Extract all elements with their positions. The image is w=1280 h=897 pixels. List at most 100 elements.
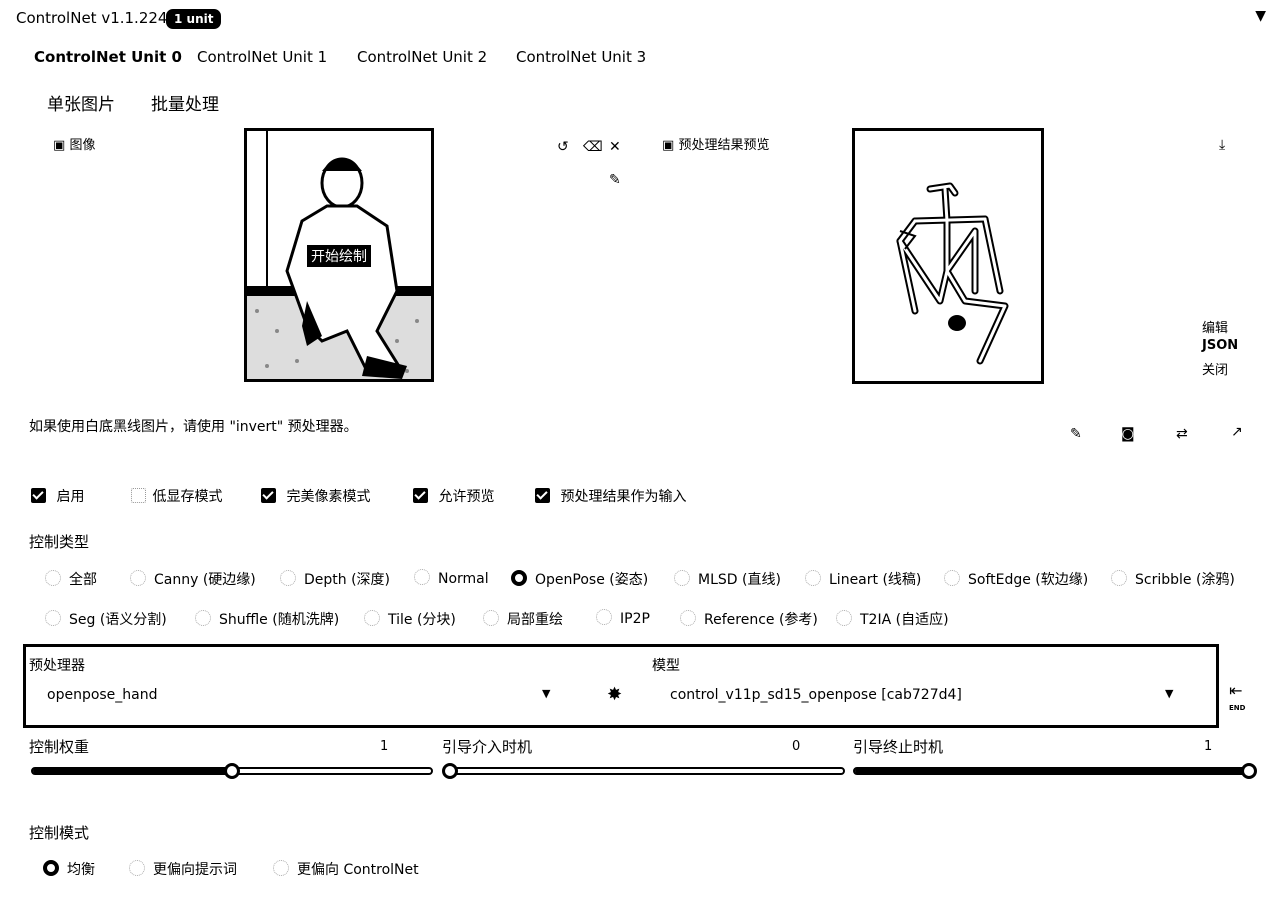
radio-reference[interactable]: Reference (参考) — [680, 609, 818, 629]
radio-all[interactable]: 全部 — [45, 569, 97, 589]
radio-mlsd[interactable]: MLSD (直线) — [674, 569, 781, 589]
radio-icon[interactable] — [944, 570, 960, 586]
guidance-end-label: 引导终止时机 — [853, 738, 944, 756]
radio-icon[interactable] — [674, 570, 690, 586]
swap-icon[interactable]: ⇄ — [1176, 426, 1188, 442]
guidance-start-value[interactable]: 0 — [792, 739, 800, 754]
radio-icon[interactable] — [511, 570, 527, 586]
checkbox-icon[interactable] — [31, 488, 46, 503]
checkbox-icon[interactable] — [131, 488, 146, 503]
radio-icon[interactable] — [45, 570, 61, 586]
radio-seg[interactable]: Seg (语义分割) — [45, 609, 167, 629]
preprocessor-label: 预处理器 — [29, 658, 85, 674]
radio-icon[interactable] — [195, 610, 211, 626]
tab-unit-3[interactable]: ControlNet Unit 3 — [516, 48, 646, 66]
close-icon[interactable]: ✕ — [609, 139, 621, 155]
checkbox-enable[interactable]: 启用 — [31, 486, 84, 506]
control-mode-label: 控制模式 — [29, 824, 90, 842]
close-link[interactable]: 关闭 — [1202, 359, 1228, 378]
radio-balanced[interactable]: 均衡 — [43, 859, 95, 879]
checkbox-preprocessed-as-input[interactable]: 预处理结果作为输入 — [535, 486, 686, 506]
guidance-start-slider[interactable] — [443, 767, 845, 775]
invert-hint: 如果使用白底黑线图片，请使用 "invert" 预处理器。 — [29, 419, 358, 435]
radio-icon[interactable] — [414, 569, 430, 585]
radio-ip2p[interactable]: IP2P — [596, 609, 650, 627]
chevron-down-icon[interactable]: ▼ — [542, 687, 550, 700]
chevron-down-icon[interactable]: ▼ — [1165, 687, 1173, 700]
start-drawing-overlay[interactable]: 开始绘制 — [307, 245, 371, 267]
checkbox-icon[interactable] — [413, 488, 428, 503]
checkbox-allow-preview[interactable]: 允许预览 — [413, 486, 494, 506]
radio-shuffle[interactable]: Shuffle (随机洗牌) — [195, 609, 339, 629]
guidance-start-label: 引导介入时机 — [442, 738, 533, 756]
explosion-icon[interactable]: ✸ — [607, 684, 622, 705]
radio-softedge[interactable]: SoftEdge (软边缘) — [944, 569, 1088, 589]
model-select[interactable]: control_v11p_sd15_openpose [cab727d4] — [670, 687, 962, 703]
radio-tile[interactable]: Tile (分块) — [364, 609, 456, 629]
control-weight-fill — [33, 767, 234, 775]
app-title: ControlNet v1.1.224 — [16, 9, 168, 27]
tab-single-image[interactable]: 单张图片 — [47, 90, 115, 115]
tab-unit-1[interactable]: ControlNet Unit 1 — [197, 48, 327, 66]
preview-label: ▣ 预处理结果预览 — [662, 138, 770, 153]
radio-icon[interactable] — [1111, 570, 1127, 586]
radio-icon[interactable] — [43, 860, 59, 876]
model-label: 模型 — [652, 658, 680, 674]
radio-scribble[interactable]: Scribble (涂鸦) — [1111, 569, 1235, 589]
undo-icon[interactable]: ↺ — [557, 139, 569, 155]
control-weight-handle[interactable] — [224, 763, 240, 779]
preprocessor-select[interactable]: openpose_hand — [47, 687, 158, 703]
pencil-icon[interactable]: ✎ — [1070, 426, 1082, 442]
checkbox-icon[interactable] — [261, 488, 276, 503]
radio-lineart[interactable]: Lineart (线稿) — [805, 569, 921, 589]
brush-icon[interactable]: ✎ — [609, 172, 621, 188]
tab-unit-2[interactable]: ControlNet Unit 2 — [357, 48, 487, 66]
radio-canny[interactable]: Canny (硬边缘) — [130, 569, 256, 589]
camera-icon[interactable]: ◙ — [1121, 426, 1135, 442]
edit-link[interactable]: 编辑 — [1202, 317, 1228, 336]
checkbox-low-vram[interactable]: 低显存模式 — [131, 486, 222, 506]
guidance-end-fill — [855, 767, 1253, 775]
radio-t2ia[interactable]: T2IA (自适应) — [836, 609, 949, 629]
guidance-end-value[interactable]: 1 — [1204, 739, 1212, 754]
radio-icon[interactable] — [273, 860, 289, 876]
radio-icon[interactable] — [129, 860, 145, 876]
checkbox-icon[interactable] — [535, 488, 550, 503]
checkbox-pixel-perfect[interactable]: 完美像素模式 — [261, 486, 370, 506]
send-icon[interactable]: ↗ — [1231, 424, 1243, 440]
radio-icon[interactable] — [680, 610, 696, 626]
eraser-icon[interactable]: ⌫ — [583, 139, 603, 155]
radio-icon[interactable] — [364, 610, 380, 626]
guidance-end-slider[interactable] — [853, 767, 1255, 775]
radio-icon[interactable] — [596, 609, 612, 625]
guidance-start-handle[interactable] — [442, 763, 458, 779]
image-label: ▣ 图像 — [53, 138, 96, 153]
radio-icon[interactable] — [483, 610, 499, 626]
image-icon: ▣ — [662, 138, 675, 153]
radio-normal[interactable]: Normal — [414, 569, 489, 587]
image-canvas[interactable]: 开始绘制 — [244, 128, 434, 382]
control-weight-label: 控制权重 — [29, 738, 90, 756]
radio-icon[interactable] — [130, 570, 146, 586]
refresh-models-icon[interactable]: ⇤ END — [1229, 683, 1245, 715]
radio-inpaint[interactable]: 局部重绘 — [483, 609, 563, 629]
tab-unit-0[interactable]: ControlNet Unit 0 — [34, 48, 182, 66]
radio-depth[interactable]: Depth (深度) — [280, 569, 390, 589]
json-link[interactable]: JSON — [1202, 338, 1238, 353]
radio-prefer-prompt[interactable]: 更偏向提示词 — [129, 859, 237, 879]
radio-icon[interactable] — [836, 610, 852, 626]
control-type-label: 控制类型 — [29, 533, 90, 551]
image-icon: ▣ — [53, 138, 66, 153]
unit-count-badge: 1 unit — [166, 9, 222, 29]
triangle-down-icon[interactable]: ▼ — [1255, 8, 1266, 24]
download-icon[interactable]: ⤓ — [1219, 137, 1225, 153]
preview-canvas — [852, 128, 1044, 384]
control-weight-value[interactable]: 1 — [380, 739, 388, 754]
radio-icon[interactable] — [45, 610, 61, 626]
guidance-end-handle[interactable] — [1241, 763, 1257, 779]
tab-batch[interactable]: 批量处理 — [151, 90, 219, 115]
radio-openpose[interactable]: OpenPose (姿态) — [511, 569, 648, 589]
radio-icon[interactable] — [280, 570, 296, 586]
radio-icon[interactable] — [805, 570, 821, 586]
radio-prefer-controlnet[interactable]: 更偏向 ControlNet — [273, 859, 419, 879]
